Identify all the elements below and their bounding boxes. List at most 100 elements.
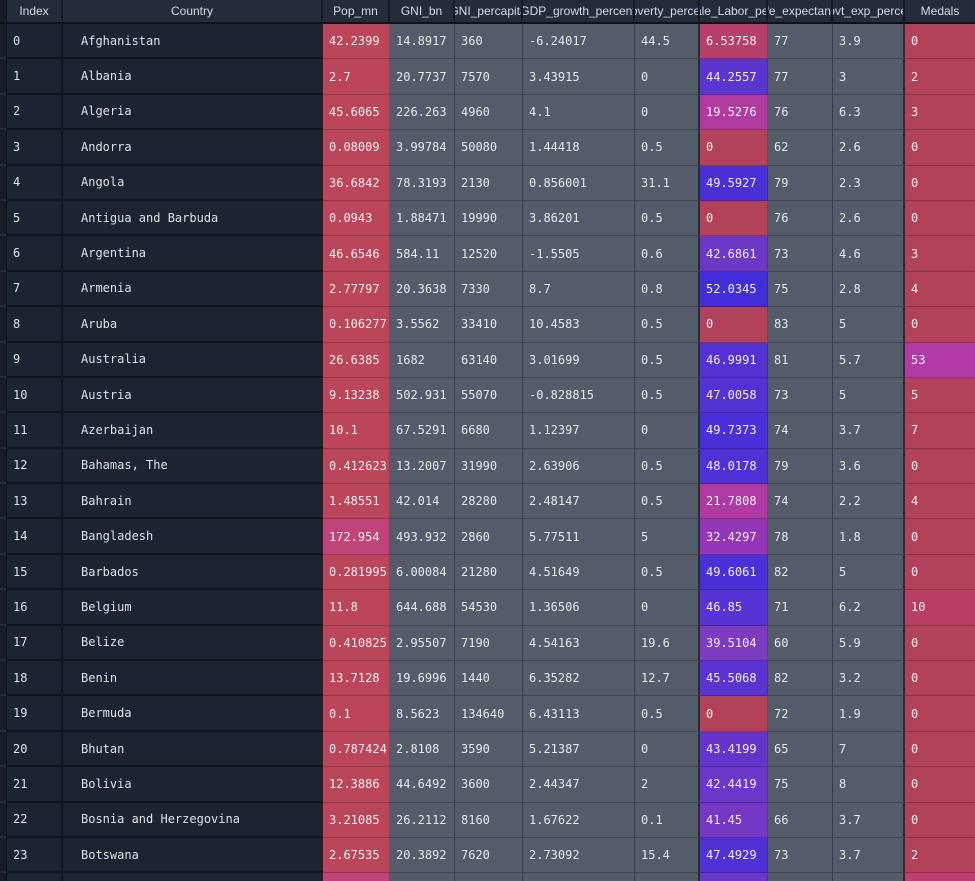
cell-exp[interactable]: 2.6 [833, 200, 905, 237]
cell-exp[interactable]: 4.6 [833, 236, 905, 272]
cell-growth[interactable]: 0.856001 [523, 165, 635, 201]
column-header-percap[interactable]: GNI_percapita [455, 0, 523, 22]
cell-index[interactable]: 22 [7, 802, 63, 838]
cell-poverty[interactable]: 5 [635, 519, 700, 555]
cell-gni[interactable]: 42.014 [390, 484, 455, 520]
cell-pop[interactable]: 45.6065 [323, 94, 390, 131]
cell-country[interactable]: Austria [63, 377, 323, 414]
cell-country[interactable]: Bahrain [63, 484, 323, 520]
cell-pop[interactable]: 0.106277 [323, 307, 390, 343]
cell-gni[interactable]: 3.99784 [390, 130, 455, 166]
cell-country[interactable]: Armenia [63, 271, 323, 308]
cell-medals[interactable]: 3 [905, 94, 975, 131]
cell-medals[interactable]: 2 [905, 837, 975, 874]
cell-medals[interactable]: 0 [905, 200, 975, 237]
cell-expect[interactable]: 79 [768, 165, 833, 201]
cell-medals[interactable]: 0 [905, 731, 975, 768]
cell-expect[interactable]: 77 [768, 59, 833, 95]
cell-index[interactable]: 4 [7, 165, 63, 201]
cell-gni[interactable]: 20.3892 [390, 837, 455, 874]
cell-percap[interactable]: 31990 [455, 448, 523, 485]
cell-index[interactable]: 9 [7, 342, 63, 378]
cell-growth[interactable]: 5.77511 [523, 519, 635, 555]
cell-gni[interactable]: 3.5562 [390, 307, 455, 343]
cell-exp[interactable]: 6.2 [833, 590, 905, 626]
cell-exp[interactable]: 3.9 [833, 24, 905, 60]
cell-labor[interactable]: 42.4419 [700, 767, 768, 803]
cell-country[interactable]: Bhutan [63, 731, 323, 768]
cell-pop[interactable]: 2.77797 [323, 271, 390, 308]
cell-index[interactable]: 15 [7, 554, 63, 591]
cell-poverty[interactable]: 0.1 [635, 802, 700, 838]
cell-index[interactable]: 18 [7, 661, 63, 697]
cell-medals[interactable]: 0 [905, 554, 975, 591]
cell-pop[interactable]: 10.1 [323, 413, 390, 449]
cell-expect[interactable]: 78 [768, 519, 833, 555]
cell-percap[interactable]: 7570 [455, 59, 523, 95]
cell-exp[interactable]: 2.8 [833, 271, 905, 308]
cell-poverty[interactable]: 0.5 [635, 554, 700, 591]
cell-expect[interactable]: 73 [768, 837, 833, 874]
cell-index[interactable]: 6 [7, 236, 63, 272]
cell-expect[interactable]: 75 [768, 767, 833, 803]
cell-labor[interactable]: 52.0345 [700, 271, 768, 308]
cell-labor[interactable]: 0 [700, 696, 768, 732]
cell-pop[interactable]: 9.13238 [323, 377, 390, 414]
cell-expect[interactable]: 76 [768, 200, 833, 237]
cell-poverty[interactable]: 0.5 [635, 377, 700, 414]
cell-medals[interactable]: 0 [905, 802, 975, 838]
cell-growth[interactable]: -0.828815 [523, 377, 635, 414]
cell-medals[interactable]: 7 [905, 413, 975, 449]
cell-exp[interactable]: 5 [833, 307, 905, 343]
cell-exp[interactable]: 5 [833, 377, 905, 414]
cell-gni[interactable]: 14.8917 [390, 24, 455, 60]
cell-growth[interactable]: 1.36506 [523, 590, 635, 626]
cell-poverty[interactable]: 0 [635, 413, 700, 449]
cell-labor[interactable]: 32.4297 [700, 519, 768, 555]
cell-country[interactable]: Algeria [63, 94, 323, 131]
cell-poverty[interactable]: 2 [635, 767, 700, 803]
cell-poverty[interactable]: 0.8 [635, 271, 700, 308]
column-header-expect[interactable]: Life_expectancy [768, 0, 833, 22]
cell-country[interactable]: Australia [63, 342, 323, 378]
cell-expect[interactable]: 75 [768, 873, 833, 881]
cell-exp[interactable]: 3.7 [833, 837, 905, 874]
cell-poverty[interactable]: 12.7 [635, 661, 700, 697]
cell-exp[interactable]: 3 [833, 59, 905, 95]
cell-pop[interactable]: 2.67535 [323, 837, 390, 874]
cell-labor[interactable]: 49.7373 [700, 413, 768, 449]
cell-country[interactable]: Aruba [63, 307, 323, 343]
cell-poverty[interactable]: 44.5 [635, 24, 700, 60]
cell-poverty[interactable]: 0.5 [635, 696, 700, 732]
cell-country[interactable]: Andorra [63, 130, 323, 166]
cell-growth[interactable]: 1.12397 [523, 413, 635, 449]
cell-exp[interactable]: 2.6 [833, 130, 905, 166]
cell-pop[interactable]: 1.48551 [323, 484, 390, 520]
cell-country[interactable]: Bermuda [63, 696, 323, 732]
cell-gni[interactable]: 26.2112 [390, 802, 455, 838]
cell-growth[interactable]: 6.43113 [523, 696, 635, 732]
cell-medals[interactable]: 0 [905, 448, 975, 485]
cell-index[interactable]: 20 [7, 731, 63, 768]
cell-poverty[interactable]: 0.5 [635, 307, 700, 343]
cell-growth[interactable]: 3.01699 [523, 342, 635, 378]
cell-gni[interactable]: 78.3193 [390, 165, 455, 201]
cell-country[interactable]: Antigua and Barbuda [63, 200, 323, 237]
cell-percap[interactable]: 4960 [455, 94, 523, 131]
cell-index[interactable]: 10 [7, 377, 63, 414]
cell-growth[interactable]: 2.48147 [523, 484, 635, 520]
cell-percap[interactable]: 360 [455, 24, 523, 60]
cell-index[interactable]: 24 [7, 873, 63, 881]
cell-country[interactable]: Angola [63, 165, 323, 201]
cell-exp[interactable]: 2.3 [833, 165, 905, 201]
cell-percap[interactable]: 50080 [455, 130, 523, 166]
cell-exp[interactable]: 3.5 [833, 873, 905, 881]
cell-pop[interactable]: 12.3886 [323, 767, 390, 803]
column-header-gni[interactable]: GNI_bn [390, 0, 455, 22]
cell-expect[interactable]: 79 [768, 448, 833, 485]
cell-country[interactable]: Belize [63, 625, 323, 662]
cell-index[interactable]: 3 [7, 130, 63, 166]
cell-pop[interactable]: 172.954 [323, 519, 390, 555]
cell-exp[interactable]: 1.8 [833, 519, 905, 555]
cell-gni[interactable]: 1682 [390, 342, 455, 378]
